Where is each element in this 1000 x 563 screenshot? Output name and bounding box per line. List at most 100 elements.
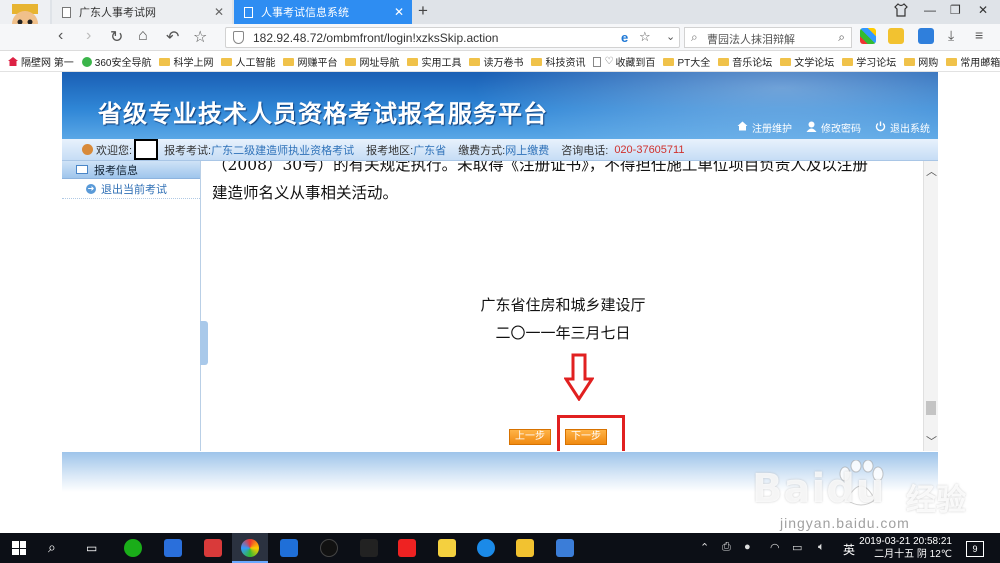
qq-icon[interactable] [320, 539, 338, 557]
ie-browser-icon[interactable] [477, 539, 495, 557]
forward-icon[interactable]: › [86, 27, 91, 45]
search-icon[interactable]: ⌕ [48, 539, 56, 556]
notice-content: （2008）30号）的有关规定执行。未取得《注册证书》，不得担任施工单位项目负责… [208, 161, 923, 451]
change-password-link[interactable]: 修改密码 [806, 120, 861, 135]
taskbar-clock[interactable]: 2019-03-21 20:58:21 二月十五 阴 12℃ [840, 535, 952, 561]
file-explorer-icon[interactable] [516, 539, 534, 557]
bookmark-item[interactable]: 网购 [904, 54, 938, 69]
apps-grid-icon[interactable] [860, 28, 876, 44]
scroll-down-icon[interactable]: ﹀ [926, 433, 937, 449]
notification-center-button[interactable]: 9 [966, 541, 984, 557]
wps-icon[interactable] [398, 539, 416, 557]
watermark-site: jingyan.baidu.com [780, 515, 910, 531]
bookmark-item[interactable]: 科学上网 [159, 54, 213, 69]
register-maintain-link[interactable]: 注册维护 [737, 120, 792, 135]
search-box[interactable]: ⌕ 曹园法人抹泪辩解 ⌕ [684, 27, 852, 48]
tab-exam-system[interactable]: 人事考试信息系统 ✕ [234, 0, 412, 24]
battery-icon[interactable]: ▭ [792, 541, 802, 554]
back-icon[interactable]: ‹ [58, 27, 63, 45]
close-icon[interactable]: ✕ [394, 5, 404, 19]
bookmark-item[interactable]: 360安全导航 [81, 54, 151, 69]
exam-name: 广东二级建造师执业资格考试 [211, 144, 355, 157]
chevron-down-icon[interactable]: ⌄ [666, 30, 675, 43]
printer-icon[interactable]: ⎙ [722, 541, 731, 554]
logout-link[interactable]: 退出系统 [875, 120, 930, 135]
sidebar-item-exit-exam[interactable]: ➜ 退出当前考试 [62, 179, 200, 199]
vertical-scrollbar[interactable]: ︿ ﹀ [923, 161, 938, 451]
scrollbar-thumb[interactable] [926, 401, 936, 415]
folder-icon [345, 57, 357, 66]
close-window-icon[interactable]: ✕ [978, 3, 988, 17]
folder-icon [780, 57, 792, 66]
folder-icon [531, 57, 543, 66]
volume-icon[interactable]: 🔈︎ [818, 541, 825, 554]
vs-app-icon[interactable] [556, 539, 574, 557]
sidebar-collapse-handle[interactable] [200, 321, 208, 365]
bookmark-item[interactable]: 读万卷书 [469, 54, 523, 69]
shirt-icon[interactable] [894, 3, 908, 20]
bookmark-item[interactable]: 网址导航 [345, 54, 399, 69]
bookmark-item[interactable]: 音乐论坛 [718, 54, 772, 69]
bookmark-item[interactable]: PT大全 [663, 54, 710, 69]
search-input[interactable]: 曹园法人抹泪辩解 [707, 31, 795, 47]
search-submit-icon[interactable]: ⌕ [838, 30, 845, 45]
folder-icon [221, 57, 233, 66]
ie-mode-icon[interactable]: e [621, 30, 628, 45]
search-icon: ⌕ [691, 30, 698, 44]
scroll-up-icon[interactable]: ︿ [926, 163, 937, 179]
bookmark-item[interactable]: 网赚平台 [283, 54, 337, 69]
favorite-star-icon[interactable]: ☆ [193, 27, 207, 47]
menu-icon[interactable]: ≡ [975, 27, 983, 43]
user-icon [82, 144, 93, 155]
refresh-icon[interactable]: ↻ [110, 27, 123, 47]
prev-step-button[interactable]: 上一步 [509, 429, 551, 445]
windows-start-icon[interactable] [12, 541, 26, 555]
windows-taskbar: ⌕ ▭ ⌃ ⎙ ● ◠ ▭ 🔈︎ 英 2019-03-21 20:58:21 二… [0, 533, 1000, 563]
baidu-watermark: Baidu [752, 466, 886, 512]
redacted-name-box [134, 139, 159, 160]
baidu-tray-icon[interactable]: ● [744, 541, 751, 553]
app-icon[interactable] [164, 539, 182, 557]
sidebar-header[interactable]: 报考信息 [62, 161, 200, 179]
user-key-icon [806, 121, 821, 135]
minimize-icon[interactable]: — [924, 3, 936, 17]
url-bar[interactable]: 182.92.48.72/ombmfront/login!xzksSkip.ac… [225, 27, 680, 48]
hotline-number: 020-37605711 [614, 143, 685, 156]
bookmark-item[interactable]: 学习论坛 [842, 54, 896, 69]
bookmark-item[interactable]: 常用邮箱 [946, 54, 1000, 69]
tray-chevron-up-icon[interactable]: ⌃ [700, 541, 709, 554]
extension-icon[interactable] [888, 28, 904, 44]
bookmark-item[interactable]: 文学论坛 [780, 54, 834, 69]
wifi-icon[interactable]: ◠ [770, 541, 780, 554]
bookmark-item[interactable]: 隔壁网 第一 [8, 54, 74, 69]
mail-icon [76, 165, 88, 174]
bookmark-item[interactable]: ♡ 收藏到百 [593, 54, 655, 69]
calendar-app-icon[interactable] [280, 539, 298, 557]
bookmark-item[interactable]: 人工智能 [221, 54, 275, 69]
candidate-info-bar: 欢迎您: 报考考试: 广东二级建造师执业资格考试 报考地区: 广东省 缴费方式:… [62, 139, 938, 161]
task-view-icon[interactable]: ▭ [86, 541, 97, 555]
undo-icon[interactable]: ↶ [166, 27, 179, 47]
security-extension-icon[interactable] [918, 28, 934, 44]
chrome-like-browser-icon[interactable] [241, 539, 259, 557]
bookmark-star-icon[interactable]: ☆ [639, 29, 651, 45]
bookmark-item[interactable]: 科技资讯 [531, 54, 585, 69]
ithome-icon[interactable] [204, 539, 222, 557]
bookmarks-overflow-button[interactable]: » [984, 55, 990, 67]
notes-app-icon[interactable] [438, 539, 456, 557]
tab-guangdong-exam[interactable]: 广东人事考试网 ✕ [52, 0, 232, 24]
home-icon[interactable]: ⌂ [138, 27, 148, 45]
folder-icon [407, 57, 419, 66]
download-icon[interactable]: ⤓ [948, 27, 954, 44]
fox-app-icon[interactable] [360, 539, 378, 557]
restore-icon[interactable]: ❐ [950, 3, 961, 17]
bookmark-item[interactable]: 实用工具 [407, 54, 461, 69]
power-icon [875, 121, 890, 135]
new-tab-button[interactable]: + [418, 1, 428, 21]
close-icon[interactable]: ✕ [214, 5, 224, 19]
wechat-icon[interactable] [124, 539, 142, 557]
top-links: 注册维护 修改密码 退出系统 [723, 120, 930, 135]
url-text[interactable]: 182.92.48.72/ombmfront/login!xzksSkip.ac… [253, 31, 498, 45]
notice-text-line: （2008）30号）的有关规定执行。未取得《注册证书》，不得担任施工单位项目负责… [212, 161, 868, 174]
folder-icon [842, 57, 854, 66]
